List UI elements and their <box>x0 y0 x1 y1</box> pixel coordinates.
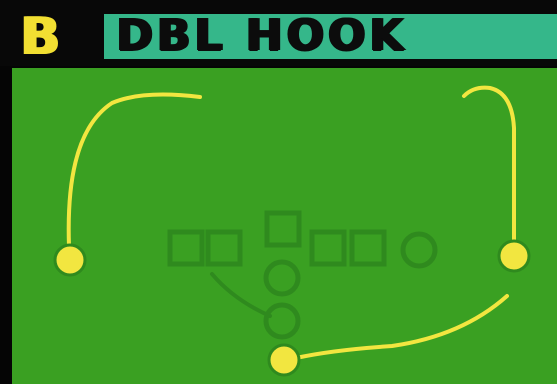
play-name: DBL HOOK <box>116 14 408 59</box>
play-card[interactable]: B DBL HOOK <box>0 0 557 384</box>
play-field <box>12 68 557 384</box>
left-wide-receiver <box>53 243 87 277</box>
play-header: B DBL HOOK <box>0 0 557 66</box>
play-title-bar: DBL HOOK <box>104 14 557 59</box>
right-wide-receiver <box>497 239 531 273</box>
play-slot-letter: B <box>20 7 60 67</box>
play-diagram <box>12 68 557 384</box>
running-back <box>267 343 301 377</box>
